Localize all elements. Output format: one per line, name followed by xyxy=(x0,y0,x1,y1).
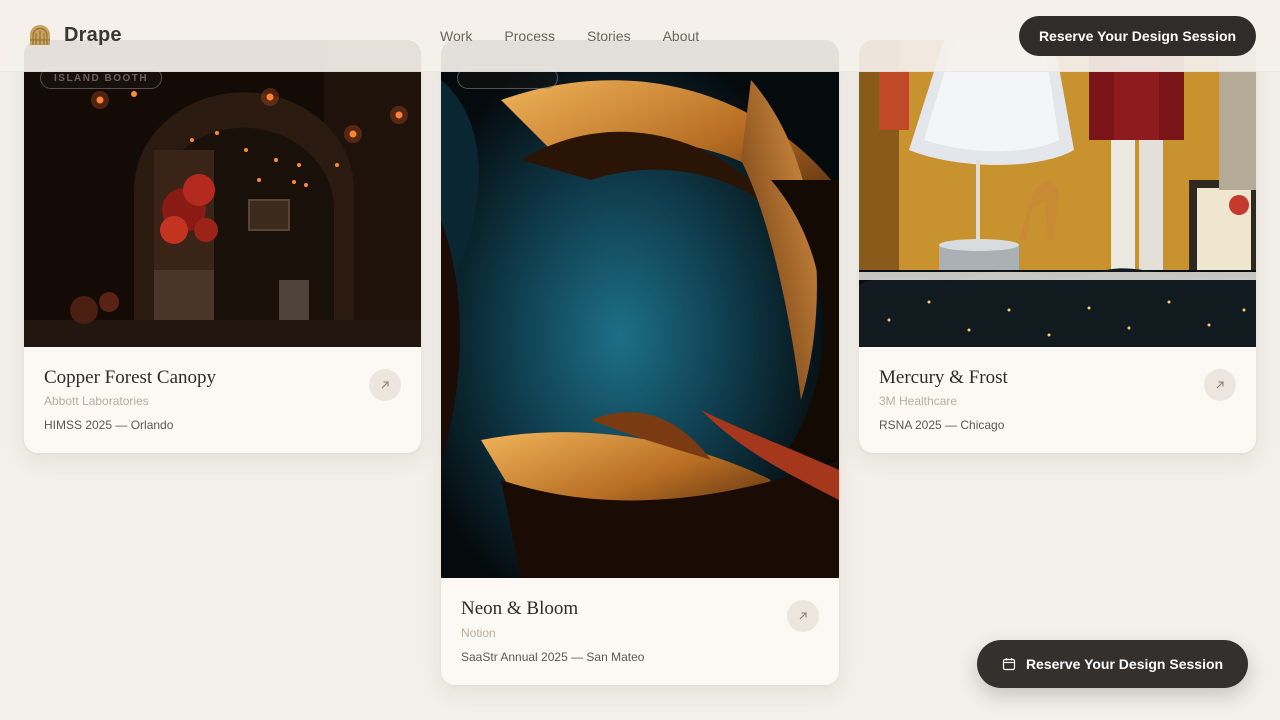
card-body: Neon & Bloom Notion SaaStr Annual 2025 —… xyxy=(441,578,839,685)
arrow-up-right-icon xyxy=(381,381,389,389)
card-title: Mercury & Frost xyxy=(879,367,1008,388)
card-client: 3M Healthcare xyxy=(879,394,958,408)
nav-item-stories[interactable]: Stories xyxy=(587,27,631,45)
calendar-icon xyxy=(1002,658,1016,671)
card-event: RSNA 2025 — Chicago xyxy=(879,418,1005,432)
holiday-window-display-photo xyxy=(859,40,1256,347)
card-event: SaaStr Annual 2025 — San Mateo xyxy=(461,650,645,664)
arrow-up-right-icon xyxy=(1216,381,1224,389)
floating-cta-label: Reserve Your Design Session xyxy=(1025,656,1224,672)
arch-logo-icon xyxy=(30,25,50,45)
card-event: HIMSS 2025 — Orlando xyxy=(44,418,174,432)
card-title: Copper Forest Canopy xyxy=(44,367,217,388)
reserve-session-button[interactable]: Reserve Your Design Session xyxy=(1019,16,1256,56)
nav-item-process[interactable]: Process xyxy=(504,27,555,45)
open-project-button[interactable] xyxy=(787,600,819,632)
card-body: Copper Forest Canopy Abbott Laboratories… xyxy=(24,347,421,453)
abstract-copper-ribbons-photo xyxy=(441,40,839,578)
open-project-button[interactable] xyxy=(1204,369,1236,401)
card-client: Notion xyxy=(461,626,496,640)
card-body: Mercury & Frost 3M Healthcare RSNA 2025 … xyxy=(859,347,1256,453)
project-card-mercury-frost[interactable]: Mercury & Frost 3M Healthcare RSNA 2025 … xyxy=(859,40,1256,453)
main-nav: Work Process Stories About xyxy=(440,27,699,45)
project-card-neon-bloom[interactable]: Neon & Bloom Notion SaaStr Annual 2025 —… xyxy=(441,40,839,685)
arrow-up-right-icon xyxy=(799,612,807,620)
floating-reserve-session-button[interactable]: Reserve Your Design Session xyxy=(977,640,1248,688)
card-client: Abbott Laboratories xyxy=(44,394,149,408)
nav-item-about[interactable]: About xyxy=(663,27,700,45)
brand-name: Drape xyxy=(64,23,122,46)
open-project-button[interactable] xyxy=(369,369,401,401)
site-header: Drape Work Process Stories About Reserve… xyxy=(0,0,1280,72)
brand[interactable]: Drape xyxy=(28,23,122,47)
project-card-copper-forest[interactable]: ISLAND BOOTH Copper Forest Canopy Abbott… xyxy=(24,40,421,453)
card-title: Neon & Bloom xyxy=(461,598,579,619)
nav-item-work[interactable]: Work xyxy=(440,27,472,45)
